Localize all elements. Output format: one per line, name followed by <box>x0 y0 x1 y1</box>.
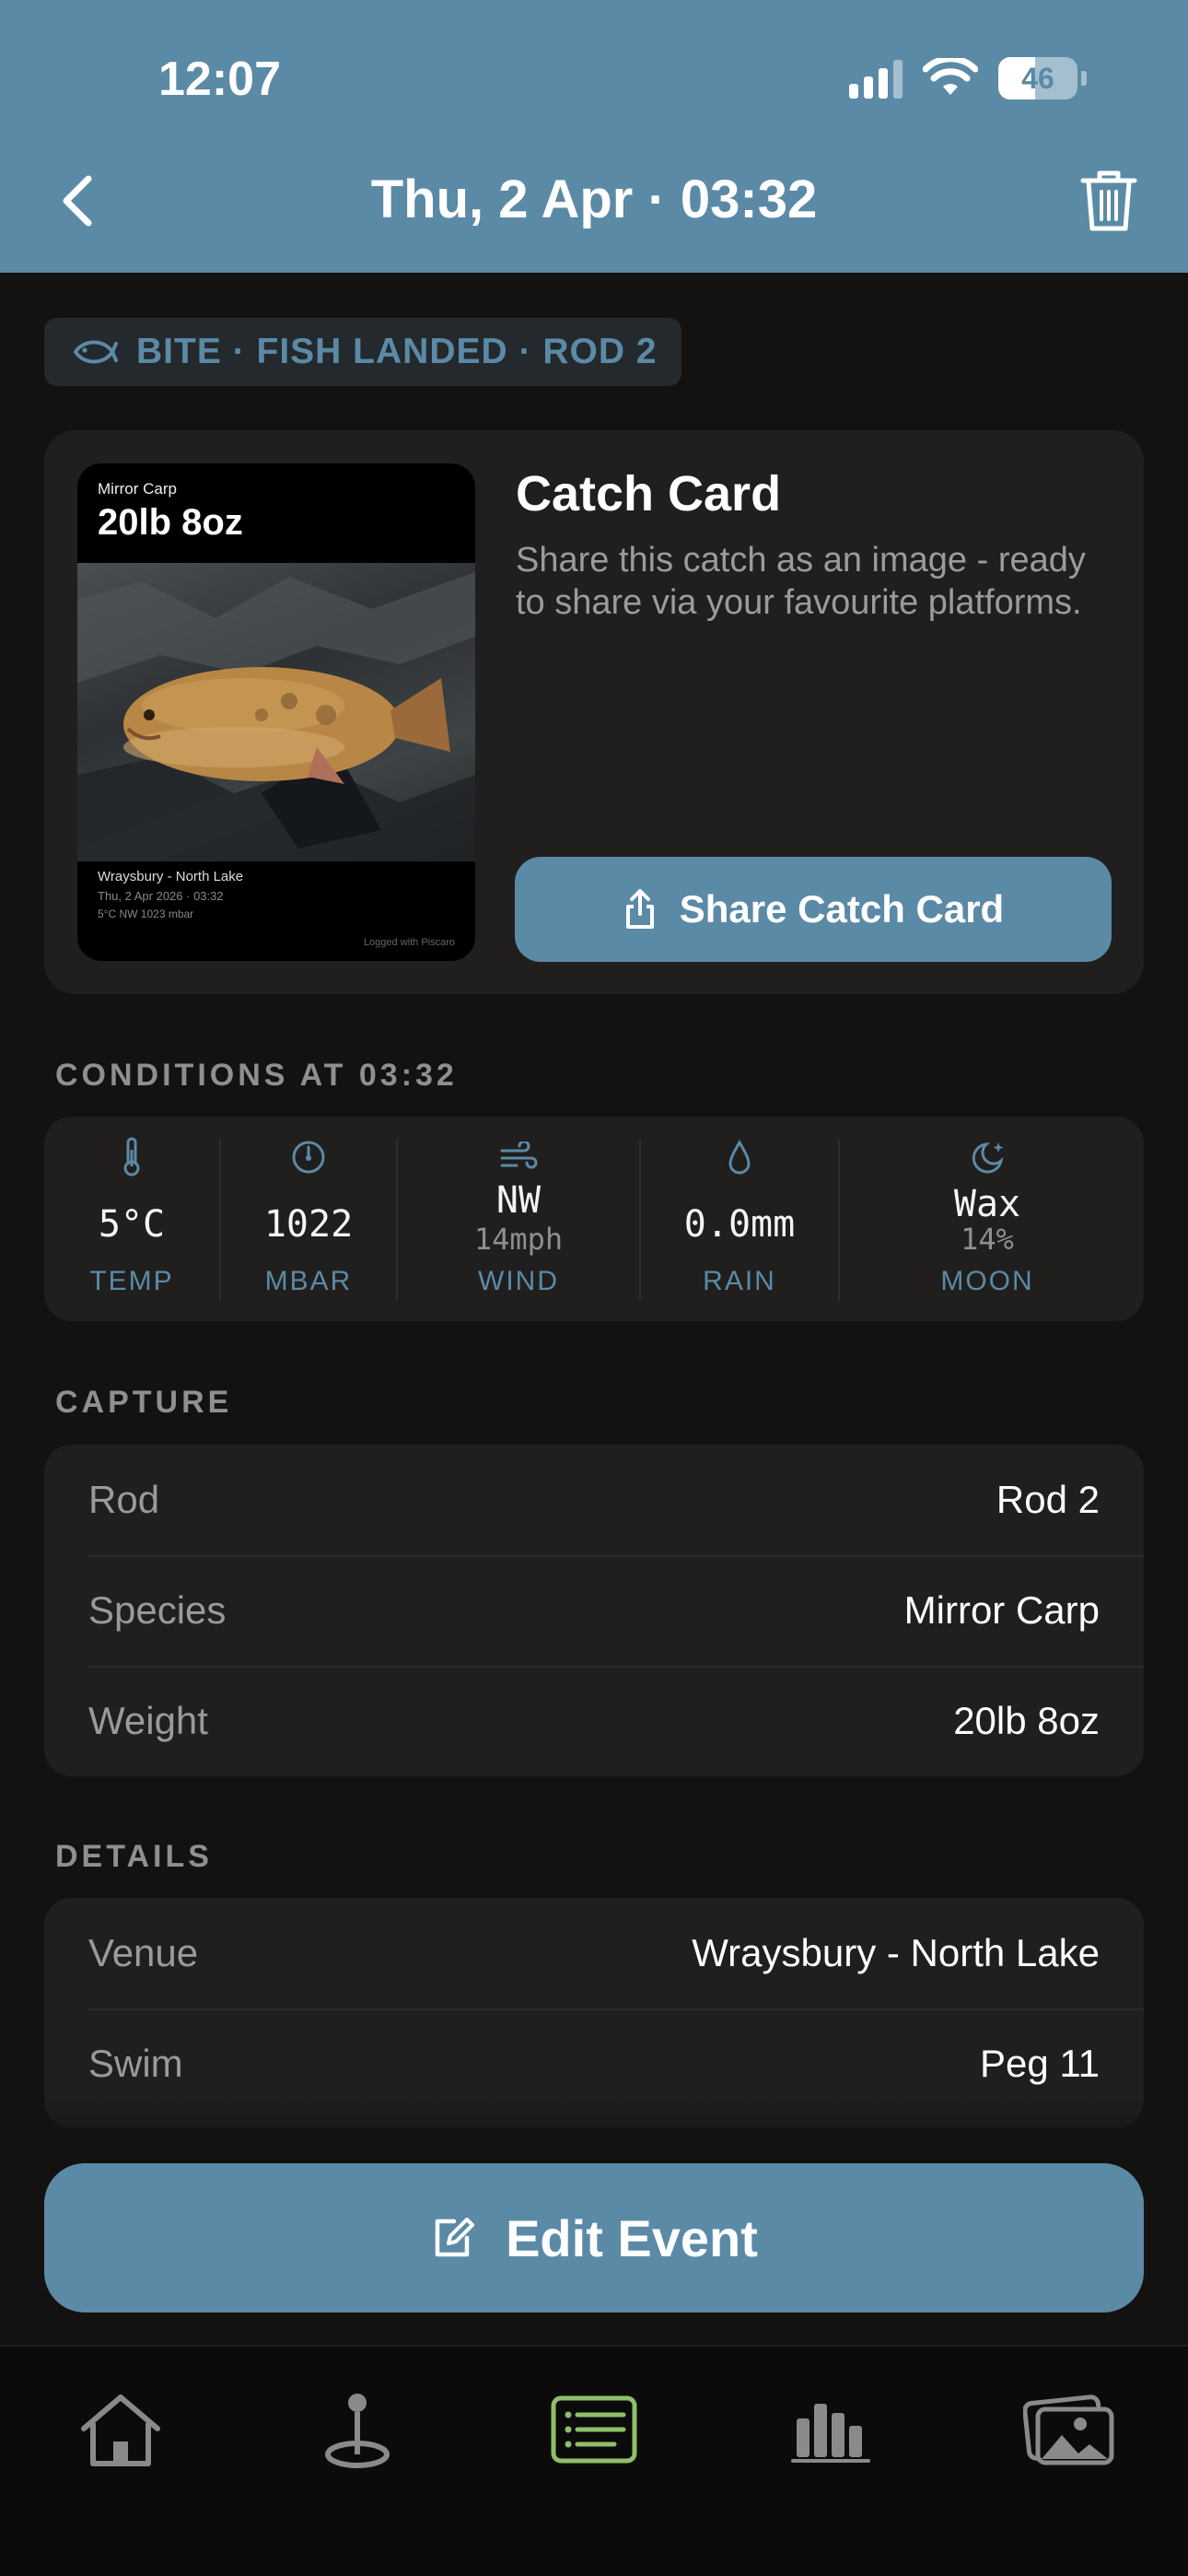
temp-value: 5°C <box>98 1203 166 1246</box>
tab-home[interactable] <box>70 2383 171 2476</box>
row-key: Species <box>88 1588 227 1632</box>
row-value: Peg 11 <box>980 2042 1100 2085</box>
condition-temp: 5°C TEMP <box>44 1117 219 1321</box>
log-list-icon <box>551 2395 637 2464</box>
rain-value: 0.0mm <box>683 1203 796 1246</box>
edit-event-label: Edit Event <box>506 2208 758 2267</box>
preview-venue: Wraysbury - North Lake <box>98 869 244 884</box>
row-value: 20lb 8oz <box>953 1699 1100 1742</box>
condition-rain: 0.0mm RAIN <box>641 1117 838 1321</box>
pressure-value: 1022 <box>263 1203 354 1246</box>
gallery-icon <box>1023 2395 1114 2465</box>
scroll-fade <box>0 2091 1188 2165</box>
moon-phase: Wax <box>953 1183 1021 1225</box>
catch-card-panel: Mirror Carp 20lb 8oz Wraysbury - North L… <box>44 430 1144 994</box>
wind-speed: 14mph <box>473 1222 564 1257</box>
event-type-label: BITE · FISH LANDED · ROD 2 <box>136 332 658 371</box>
rain-label: RAIN <box>703 1266 776 1296</box>
conditions-heading: CONDITIONS AT 03:32 <box>55 1058 458 1093</box>
preview-weight: 20lb 8oz <box>98 502 243 543</box>
wifi-icon <box>923 58 978 95</box>
catch-card-preview[interactable]: Mirror Carp 20lb 8oz Wraysbury - North L… <box>77 463 475 961</box>
event-type-badge: BITE · FISH LANDED · ROD 2 <box>44 318 681 386</box>
pressure-label: MBAR <box>264 1266 353 1296</box>
raindrop-icon <box>726 1137 753 1177</box>
catch-card-description: Share this catch as an image - ready to … <box>516 541 1086 622</box>
preview-datetime: Thu, 2 Apr 2026 · 03:32 <box>98 889 224 903</box>
row-key: Venue <box>88 1931 199 1974</box>
wind-direction: NW <box>495 1179 542 1222</box>
catch-card-title: Catch Card <box>516 466 782 521</box>
row-value: Wraysbury - North Lake <box>692 1931 1100 1974</box>
row-value: Mirror Carp <box>903 1588 1100 1632</box>
edit-event-button[interactable]: Edit Event <box>44 2163 1144 2313</box>
moon-icon <box>968 1137 1007 1177</box>
temp-label: TEMP <box>89 1266 174 1296</box>
nav-header: 12:07 46 Thu, 2 Apr · 03:32 <box>0 0 1188 273</box>
status-time: 12:07 <box>158 53 281 106</box>
capture-list: Rod Rod 2 Species Mirror Carp Weight 20l… <box>44 1445 1144 1776</box>
details-heading: DETAILS <box>55 1839 213 1874</box>
preview-species: Mirror Carp <box>98 480 177 498</box>
thermometer-icon <box>121 1137 143 1177</box>
gauge-icon <box>290 1137 327 1177</box>
list-item: Weight 20lb 8oz <box>44 1666 1144 1776</box>
tab-stats[interactable] <box>780 2383 881 2476</box>
delete-button[interactable] <box>1076 166 1142 236</box>
edit-icon <box>435 2218 475 2257</box>
catch-photo <box>77 563 475 861</box>
moon-label: MOON <box>940 1266 1034 1296</box>
row-value: Rod 2 <box>996 1478 1100 1521</box>
battery-level: 46 <box>1021 61 1054 95</box>
stats-icon <box>791 2404 870 2463</box>
home-icon <box>81 2395 160 2466</box>
tab-gallery[interactable] <box>1019 2383 1120 2476</box>
page-title: Thu, 2 Apr · 03:32 <box>370 170 818 229</box>
battery-icon: 46 <box>998 57 1077 100</box>
row-key: Weight <box>88 1699 208 1742</box>
condition-moon: Wax 14% MOON <box>840 1117 1135 1321</box>
row-key: Rod <box>88 1478 160 1521</box>
fish-photo-image <box>77 572 475 861</box>
share-icon <box>625 889 654 929</box>
battery-tip <box>1081 71 1087 86</box>
conditions-panel: 5°C TEMP 1022 MBAR NW 14mph WIND 0.0mm R… <box>44 1117 1144 1321</box>
map-pin-icon <box>325 2394 390 2468</box>
wind-label: WIND <box>478 1266 559 1296</box>
condition-wind: NW 14mph WIND <box>398 1117 639 1321</box>
condition-pressure: 1022 MBAR <box>221 1117 396 1321</box>
list-item: Rod Rod 2 <box>44 1445 1144 1555</box>
capture-heading: CAPTURE <box>55 1385 233 1420</box>
wind-icon <box>498 1137 539 1177</box>
share-catch-card-button[interactable]: Share Catch Card <box>515 857 1112 962</box>
trash-icon <box>1080 170 1137 231</box>
row-key: Swim <box>88 2042 183 2085</box>
share-button-label: Share Catch Card <box>679 887 1005 931</box>
list-item: Venue Wraysbury - North Lake <box>44 1898 1144 2008</box>
fish-icon <box>73 340 118 364</box>
tab-map[interactable] <box>307 2383 408 2476</box>
tab-bar <box>0 2345 1188 2576</box>
preview-footer: Logged with Piscaro <box>363 937 455 948</box>
cellular-signal-icon <box>849 58 903 99</box>
list-item: Species Mirror Carp <box>44 1555 1144 1666</box>
tab-log[interactable] <box>543 2383 645 2476</box>
moon-illumination: 14% <box>961 1222 1014 1257</box>
preview-conditions: 5°C NW 1023 mbar <box>98 907 194 920</box>
status-indicators: 46 <box>849 57 1087 100</box>
